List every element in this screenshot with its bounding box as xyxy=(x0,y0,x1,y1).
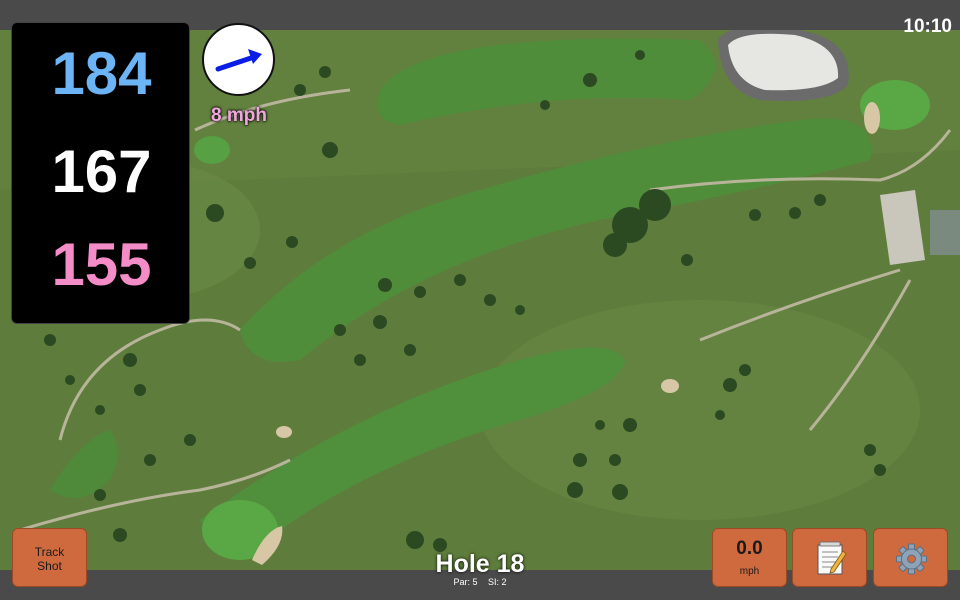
stroke-index-label: SI: 2 xyxy=(488,577,507,587)
notepad-icon xyxy=(817,541,847,575)
wind-direction-indicator xyxy=(202,23,275,96)
hole-info: Par: 5 SI: 2 xyxy=(380,577,580,588)
distance-front: 155 xyxy=(51,231,152,298)
gear-icon xyxy=(896,543,927,575)
track-shot-label-line1: Track xyxy=(34,545,65,559)
track-shot-label-line2: Shot xyxy=(37,559,62,573)
hole-title: Hole 18 xyxy=(435,550,525,578)
speed-value: 0.0 xyxy=(736,538,763,559)
par-label: Par: 5 xyxy=(453,577,478,587)
distance-panel: 184 167 155 xyxy=(11,22,190,324)
clock: 10:10 xyxy=(903,16,952,37)
speed-unit: mph xyxy=(739,566,760,577)
distance-back: 184 xyxy=(51,40,152,107)
arrow-right-icon xyxy=(215,49,262,72)
notes-button[interactable] xyxy=(792,528,867,587)
track-shot-button[interactable]: Track Shot xyxy=(12,528,87,587)
wind-speed-label: 8 mph xyxy=(211,105,267,126)
distance-middle: 167 xyxy=(51,138,152,205)
speed-button[interactable]: 0.0 mph xyxy=(712,528,787,587)
settings-button[interactable] xyxy=(873,528,948,587)
